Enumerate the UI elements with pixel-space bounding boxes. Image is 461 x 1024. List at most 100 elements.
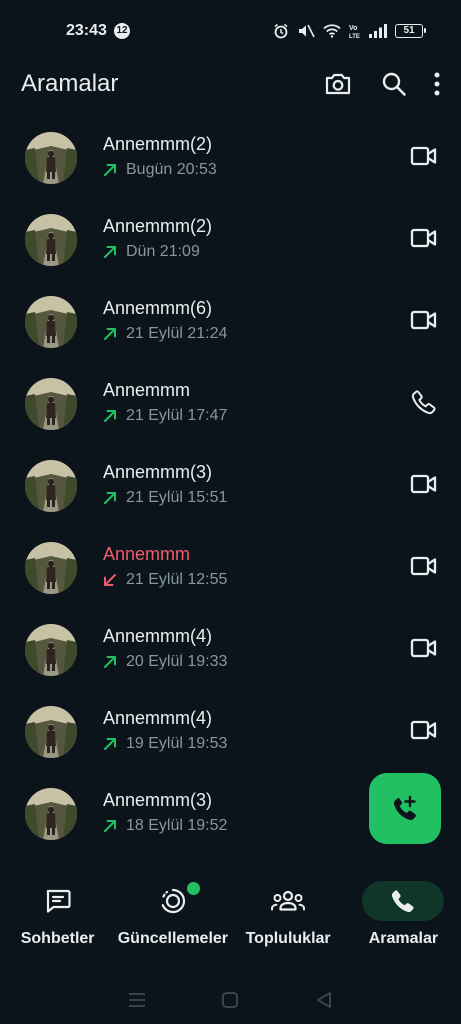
call-contact-name: Annemmm [103,544,191,564]
video-call-icon [410,227,438,249]
chats-icon [46,889,71,913]
avatar[interactable] [25,132,77,184]
video-call-button[interactable] [409,142,439,170]
avatar[interactable] [25,460,77,512]
avatar[interactable] [25,378,77,430]
outgoing-call-icon [103,327,117,341]
avatar[interactable] [25,296,77,348]
svg-text:Vo: Vo [349,25,357,32]
add-call-icon [393,795,416,820]
call-contact-name: Annemmm(4) [103,708,213,728]
avatar[interactable] [25,624,77,676]
back-icon [317,991,332,1008]
volte-icon: Vo LTE [349,25,360,39]
app-bar-actions [305,68,447,100]
voice-call-button[interactable] [409,388,439,416]
call-contact-name: Annemmm(6) [103,298,213,318]
outgoing-call-icon [103,491,117,505]
video-call-button[interactable] [409,470,439,498]
nav-label: Topluluklar [245,930,331,947]
avatar[interactable] [25,788,77,840]
status-icons: Vo LTE 51 [273,21,426,41]
alarm-icon [274,23,288,39]
call-row[interactable]: Annemmm 21 Eylül 12:55 [0,524,461,606]
new-call-fab[interactable] [369,773,441,844]
search-icon [382,72,406,96]
video-call-icon [410,555,438,577]
call-row[interactable]: Annemmm(6) 21 Eylül 21:24 [0,278,461,360]
calls-icon [392,890,414,913]
call-row[interactable]: Annemmm(2) Dün 21:09 [0,196,461,278]
video-call-icon [410,145,438,167]
call-time: 21 Eylül 21:24 [126,325,228,342]
call-row[interactable]: Annemmm(2) Bugün 20:53 [0,114,461,196]
menu-icon [128,992,145,1007]
call-row[interactable]: Annemmm(4) 19 Eylül 19:53 [0,688,461,770]
outgoing-call-icon [103,245,117,259]
video-call-icon [410,637,438,659]
call-contact-name: Annemmm(3) [103,462,213,482]
video-call-button[interactable] [409,716,439,744]
outgoing-call-icon [103,163,117,177]
home-icon [222,991,239,1008]
call-time: 20 Eylül 19:33 [126,653,228,670]
video-call-button[interactable] [409,224,439,252]
bottom-nav: Sohbetler Güncellemeler Topluluklar Aram… [0,870,461,970]
outgoing-call-icon [103,819,117,833]
nav-label: Aramalar [368,930,439,947]
call-time: Bugün 20:53 [126,161,217,178]
video-call-button[interactable] [409,552,439,580]
nav-item-updates[interactable]: Güncellemeler [115,870,230,970]
communities-icon [271,890,306,911]
call-row[interactable]: Annemmm(4) 20 Eylül 19:33 [0,606,461,688]
video-call-icon [410,719,438,741]
search-button[interactable] [371,68,417,100]
outgoing-call-icon [103,409,117,423]
nav-item-chats[interactable]: Sohbetler [0,870,115,970]
voice-call-icon [411,389,437,415]
more-options-button[interactable] [427,68,447,100]
call-time: 19 Eylül 19:53 [126,735,228,752]
video-call-icon [410,309,438,331]
svg-text:LTE: LTE [349,34,360,39]
nav-item-communities[interactable]: Topluluklar [231,870,346,970]
recents-button[interactable] [122,985,152,1015]
video-call-button[interactable] [409,634,439,662]
call-contact-name: Annemmm [103,380,191,400]
video-call-icon [410,473,438,495]
call-list: Annemmm(2) Bugün 20:53 Annemmm(2) Dün 21… [0,114,461,852]
home-button[interactable] [215,985,245,1015]
notification-count-badge: 12 [114,23,130,39]
app-bar: Aramalar [0,60,461,116]
call-time: 21 Eylül 12:55 [126,571,228,588]
call-row[interactable]: Annemmm(3) 21 Eylül 15:51 [0,442,461,524]
status-bar: 23:43 12 Vo LTE 51 [0,0,461,60]
nav-label: Sohbetler [20,930,95,947]
call-time: 18 Eylül 19:52 [126,817,228,834]
page-title: Aramalar [21,70,119,97]
nav-item-calls[interactable]: Aramalar [346,870,461,970]
camera-button[interactable] [315,68,361,100]
call-time: 21 Eylül 17:47 [126,407,228,424]
updates-icon [161,888,185,914]
wifi-icon [323,24,341,38]
call-row[interactable]: Annemmm 21 Eylül 17:47 [0,360,461,442]
back-button[interactable] [309,985,339,1015]
call-contact-name: Annemmm(4) [103,626,213,646]
system-nav-bar [0,975,461,1024]
status-time: 23:43 [66,22,107,39]
video-call-button[interactable] [409,306,439,334]
call-contact-name: Annemmm(2) [103,134,213,154]
unread-dot [186,882,200,895]
avatar[interactable] [25,542,77,594]
nav-label: Güncellemeler [117,930,229,947]
avatar[interactable] [25,214,77,266]
more-vert-icon [434,72,440,96]
mute-icon [299,24,315,38]
outgoing-call-icon [103,655,117,669]
avatar[interactable] [25,706,77,758]
signal-icon [369,24,387,38]
call-contact-name: Annemmm(2) [103,216,213,236]
camera-icon [325,73,351,95]
missed-call-icon [103,573,117,587]
